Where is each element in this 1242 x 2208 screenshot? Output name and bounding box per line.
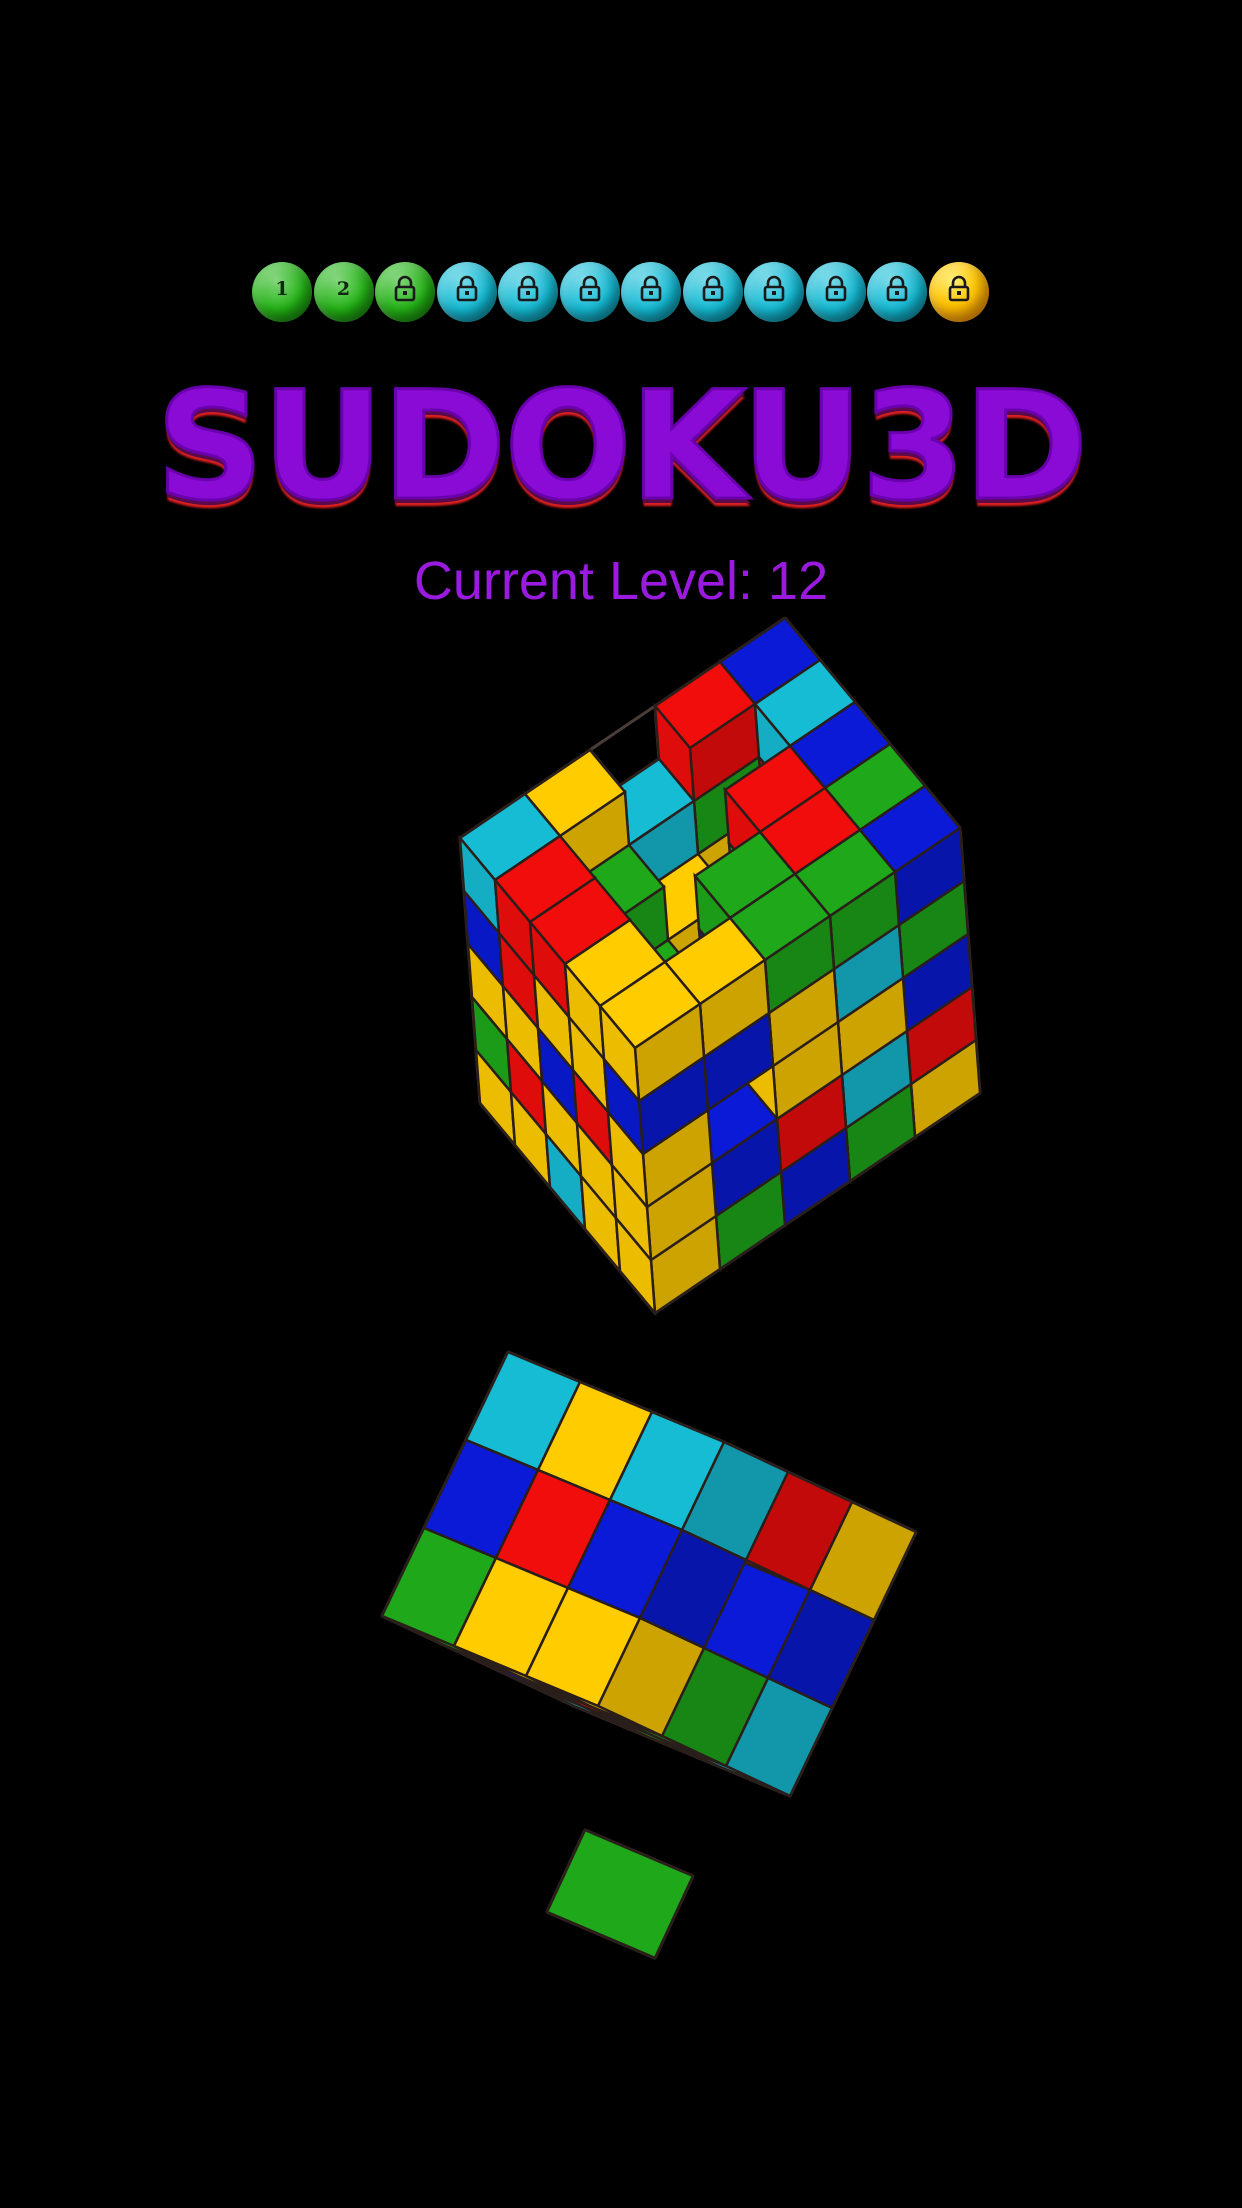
cube-scene[interactable] [0, 0, 1242, 2208]
cube-cell[interactable] [545, 1828, 695, 1960]
small-cube[interactable] [545, 1828, 695, 1960]
cell-top-face [545, 1828, 695, 1960]
cube-blocks [458, 616, 982, 1317]
medium-cube[interactable] [380, 1350, 918, 1798]
cube-blocks [380, 1350, 918, 1798]
cube-blocks [545, 1828, 695, 1960]
large-cube[interactable] [458, 616, 982, 1317]
